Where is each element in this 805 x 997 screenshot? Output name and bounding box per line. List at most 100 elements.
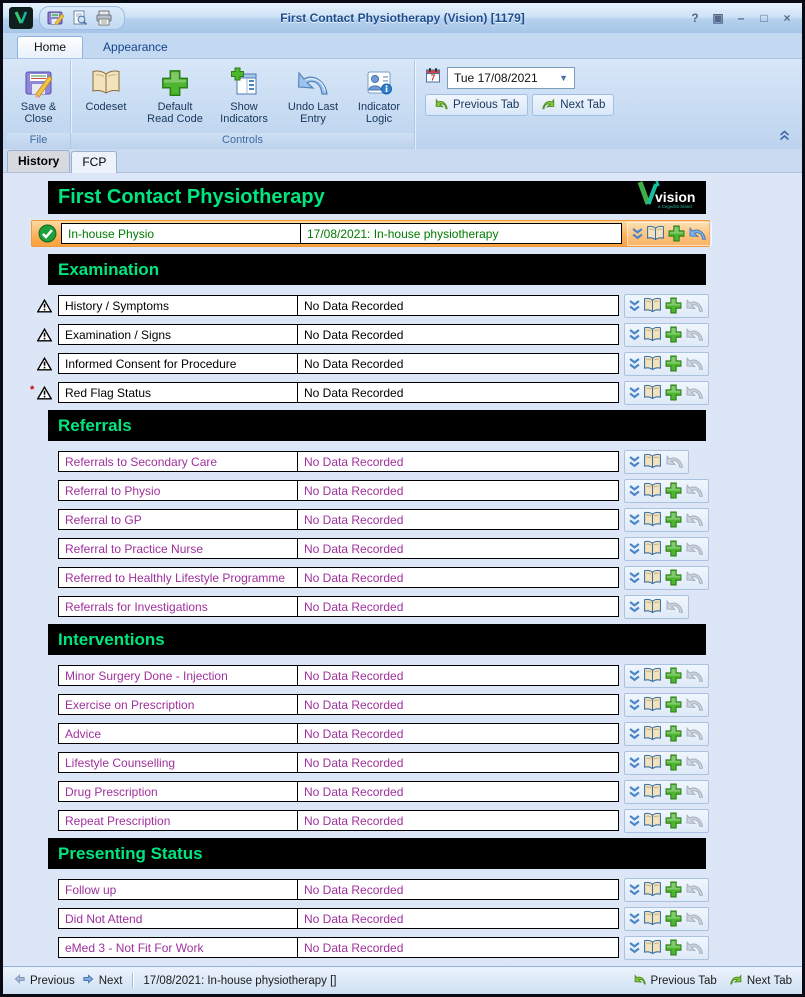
row-label-field[interactable]: eMed 3 - Not Fit For Work <box>58 937 298 958</box>
expand-chevron-icon[interactable] <box>629 698 640 712</box>
expand-chevron-icon[interactable] <box>629 756 640 770</box>
row-value-field[interactable]: No Data Recorded <box>297 353 619 374</box>
codeset-book-icon[interactable] <box>646 225 665 242</box>
add-entry-icon[interactable] <box>665 326 682 343</box>
indicator-row[interactable]: History / SymptomsNo Data Recorded <box>31 293 710 318</box>
maximize-icon[interactable]: □ <box>757 11 771 25</box>
add-entry-icon[interactable] <box>665 297 682 314</box>
indicator-row[interactable]: Follow upNo Data Recorded <box>31 877 710 902</box>
expand-chevron-icon[interactable] <box>629 513 640 527</box>
row-value-field[interactable]: No Data Recorded <box>297 538 619 559</box>
codeset-book-icon[interactable] <box>643 482 662 499</box>
codeset-book-icon[interactable] <box>643 667 662 684</box>
row-label-field[interactable]: Referrals to Secondary Care <box>58 451 298 472</box>
fullscreen-icon[interactable]: ▣ <box>711 11 725 25</box>
row-value-field[interactable]: No Data Recorded <box>297 937 619 958</box>
row-value-field[interactable]: No Data Recorded <box>297 810 619 831</box>
add-entry-icon[interactable] <box>665 511 682 528</box>
expand-chevron-icon[interactable] <box>632 227 643 241</box>
codeset-book-icon[interactable] <box>643 910 662 927</box>
add-entry-icon[interactable] <box>665 910 682 927</box>
indicator-row[interactable]: *Red Flag StatusNo Data Recorded <box>31 380 710 405</box>
codeset-book-icon[interactable] <box>643 326 662 343</box>
selected-indicator-row[interactable]: In-house Physio17/08/2021: In-house phys… <box>31 220 710 247</box>
show-indicators-button[interactable]: Show Indicators <box>211 63 277 127</box>
expand-chevron-icon[interactable] <box>629 386 640 400</box>
codeset-button[interactable]: Codeset <box>73 63 139 115</box>
ribbon-tab-home[interactable]: Home <box>17 36 83 58</box>
row-value-field[interactable]: No Data Recorded <box>297 665 619 686</box>
row-label-field[interactable]: Referral to Practice Nurse <box>58 538 298 559</box>
indicator-row[interactable]: Drug PrescriptionNo Data Recorded <box>31 779 710 804</box>
codeset-book-icon[interactable] <box>643 453 662 470</box>
add-entry-icon[interactable] <box>665 783 682 800</box>
row-label-field[interactable]: Exercise on Prescription <box>58 694 298 715</box>
add-entry-icon[interactable] <box>665 754 682 771</box>
tab-history[interactable]: History <box>7 150 70 172</box>
add-entry-icon[interactable] <box>668 225 685 242</box>
previous-record-button[interactable]: Previous <box>13 973 75 988</box>
expand-chevron-icon[interactable] <box>629 727 640 741</box>
add-entry-icon[interactable] <box>665 482 682 499</box>
indicator-row[interactable]: Repeat PrescriptionNo Data Recorded <box>31 808 710 833</box>
row-value-field[interactable]: No Data Recorded <box>297 752 619 773</box>
row-value-field[interactable]: 17/08/2021: In-house physiotherapy <box>300 223 622 244</box>
undo-entry-icon[interactable] <box>688 226 707 241</box>
codeset-book-icon[interactable] <box>643 598 662 615</box>
indicator-row[interactable]: Referred to Healthly Lifestyle Programme… <box>31 565 710 590</box>
expand-chevron-icon[interactable] <box>629 600 640 614</box>
add-entry-icon[interactable] <box>665 384 682 401</box>
indicator-row[interactable]: Informed Consent for ProcedureNo Data Re… <box>31 351 710 376</box>
row-value-field[interactable]: No Data Recorded <box>297 723 619 744</box>
codeset-book-icon[interactable] <box>643 384 662 401</box>
add-entry-icon[interactable] <box>665 696 682 713</box>
undo-last-entry-button[interactable]: Undo Last Entry <box>280 63 346 127</box>
add-entry-icon[interactable] <box>665 667 682 684</box>
minimize-icon[interactable]: – <box>734 11 748 25</box>
indicator-row[interactable]: Referral to Practice NurseNo Data Record… <box>31 536 710 561</box>
indicator-row[interactable]: Did Not AttendNo Data Recorded <box>31 906 710 931</box>
print-preview-icon[interactable] <box>70 9 90 27</box>
indicator-row[interactable]: AdviceNo Data Recorded <box>31 721 710 746</box>
row-label-field[interactable]: Drug Prescription <box>58 781 298 802</box>
codeset-book-icon[interactable] <box>643 355 662 372</box>
row-value-field[interactable]: No Data Recorded <box>297 451 619 472</box>
expand-chevron-icon[interactable] <box>629 941 640 955</box>
ribbon-tab-appearance[interactable]: Appearance <box>87 37 184 58</box>
expand-chevron-icon[interactable] <box>629 669 640 683</box>
add-entry-icon[interactable] <box>665 355 682 372</box>
row-value-field[interactable]: No Data Recorded <box>297 694 619 715</box>
codeset-book-icon[interactable] <box>643 511 662 528</box>
codeset-book-icon[interactable] <box>643 881 662 898</box>
expand-chevron-icon[interactable] <box>629 785 640 799</box>
date-picker[interactable]: Tue 17/08/2021 ▼ <box>447 67 575 89</box>
expand-chevron-icon[interactable] <box>629 357 640 371</box>
codeset-book-icon[interactable] <box>643 783 662 800</box>
previous-tab-button[interactable]: Previous Tab <box>425 94 528 116</box>
save-close-button[interactable]: Save & Close <box>9 63 68 127</box>
row-label-field[interactable]: Referral to Physio <box>58 480 298 501</box>
next-tab-button[interactable]: Next Tab <box>532 94 614 116</box>
row-label-field[interactable]: In-house Physio <box>61 223 301 244</box>
row-label-field[interactable]: Referrals for Investigations <box>58 596 298 617</box>
add-entry-icon[interactable] <box>665 812 682 829</box>
indicator-logic-button[interactable]: Indicator Logic <box>346 63 412 127</box>
add-entry-icon[interactable] <box>665 569 682 586</box>
row-label-field[interactable]: Referral to GP <box>58 509 298 530</box>
indicator-row[interactable]: eMed 3 - Not Fit For WorkNo Data Recorde… <box>31 935 710 960</box>
indicator-row[interactable]: Exercise on PrescriptionNo Data Recorded <box>31 692 710 717</box>
codeset-book-icon[interactable] <box>643 540 662 557</box>
help-icon[interactable]: ? <box>688 11 702 25</box>
codeset-book-icon[interactable] <box>643 725 662 742</box>
row-label-field[interactable]: Follow up <box>58 879 298 900</box>
row-value-field[interactable]: No Data Recorded <box>297 509 619 530</box>
collapse-ribbon-icon[interactable] <box>779 128 790 146</box>
row-label-field[interactable]: Red Flag Status <box>58 382 298 403</box>
row-value-field[interactable]: No Data Recorded <box>297 567 619 588</box>
row-value-field[interactable]: No Data Recorded <box>297 324 619 345</box>
row-value-field[interactable]: No Data Recorded <box>297 908 619 929</box>
row-label-field[interactable]: Examination / Signs <box>58 324 298 345</box>
tab-fcp[interactable]: FCP <box>71 151 117 173</box>
indicator-row[interactable]: Referrals to Secondary CareNo Data Recor… <box>31 449 710 474</box>
expand-chevron-icon[interactable] <box>629 455 640 469</box>
